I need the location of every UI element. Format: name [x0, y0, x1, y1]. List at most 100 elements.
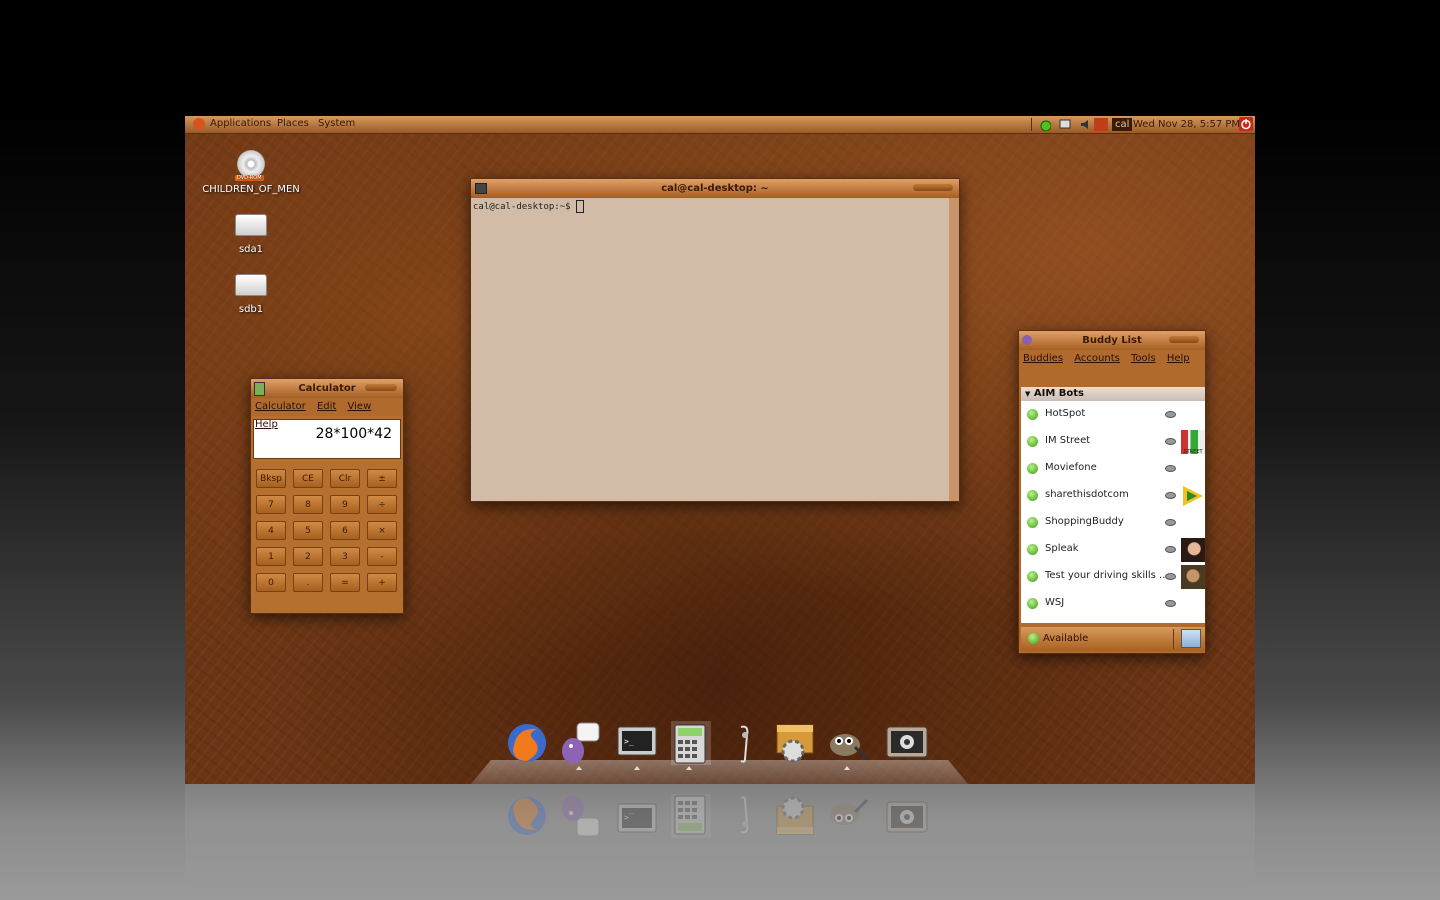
dock-item[interactable]: [557, 721, 601, 765]
key-2[interactable]: 2: [293, 547, 323, 566]
status-separator: [1173, 629, 1174, 649]
key-multiply[interactable]: ×: [367, 521, 397, 540]
dock-item[interactable]: [825, 721, 869, 765]
status-label: Available: [1043, 633, 1089, 644]
desktop-icon-label: sda1: [238, 244, 264, 255]
key-bksp[interactable]: Bksp: [256, 469, 286, 488]
volume-icon[interactable]: [1080, 118, 1092, 131]
buddy-row[interactable]: Moviefone: [1021, 456, 1205, 482]
window-controls[interactable]: [1169, 336, 1199, 343]
menu-buddies[interactable]: Buddies: [1023, 353, 1063, 364]
buddy-list-menubar: Buddies Accounts Tools Help: [1019, 350, 1205, 368]
status-available-icon: [1027, 544, 1038, 555]
key-divide[interactable]: ÷: [367, 495, 397, 514]
key-6[interactable]: 6: [330, 521, 360, 540]
update-notifier-icon[interactable]: [1094, 118, 1108, 131]
key-ce[interactable]: CE: [293, 469, 323, 488]
dock-item[interactable]: [505, 721, 549, 765]
dock-reflection-package-icon: [776, 796, 814, 835]
buddy-icon-selector[interactable]: [1181, 629, 1201, 648]
terminal-output[interactable]: cal@cal-desktop:~$: [471, 198, 949, 501]
dock-item[interactable]: [773, 721, 817, 765]
system-menu[interactable]: System: [318, 118, 355, 129]
key-3[interactable]: 3: [330, 547, 360, 566]
desktop-screen: Applications Places System cal Wed Nov 2…: [185, 116, 1255, 784]
terminal-titlebar[interactable]: cal@cal-desktop: ~: [471, 179, 959, 198]
status-selector[interactable]: Available: [1021, 627, 1205, 651]
buddy-row[interactable]: ShoppingBuddy: [1021, 510, 1205, 536]
key-plus-minus[interactable]: ±: [367, 469, 397, 488]
desktop-icon-dvd[interactable]: DVD-ROM CHILDREN_OF_MEN: [196, 150, 306, 195]
calculator-titlebar[interactable]: Calculator: [251, 379, 403, 398]
buddy-name: HotSpot: [1045, 408, 1086, 419]
places-menu[interactable]: Places: [277, 118, 309, 129]
desktop-icon-label: CHILDREN_OF_MEN: [202, 184, 300, 195]
dock-item[interactable]: [723, 721, 767, 765]
tray-separator: [1031, 118, 1032, 131]
menu-help[interactable]: Help: [1167, 353, 1190, 364]
terminal-cursor: [575, 200, 584, 213]
menu-tools[interactable]: Tools: [1131, 353, 1156, 364]
key-0[interactable]: 0: [256, 573, 286, 592]
display-icon[interactable]: [1059, 118, 1071, 131]
calculator-icon: [254, 382, 265, 396]
calculator-icon: [671, 721, 711, 765]
buddy-row[interactable]: IM Street STREET: [1021, 429, 1205, 455]
menu-accounts[interactable]: Accounts: [1074, 353, 1120, 364]
buddy-row[interactable]: Test your driving skills ...: [1021, 564, 1205, 590]
key-clr[interactable]: Clr: [330, 469, 360, 488]
buddy-list-window[interactable]: Buddy List Buddies Accounts Tools Help ▼…: [1018, 330, 1206, 654]
buddy-name: sharethisdotcom: [1045, 489, 1129, 500]
desktop-icon-sda1[interactable]: sda1: [196, 214, 306, 255]
terminal-window[interactable]: cal@cal-desktop: ~ cal@cal-desktop:~$: [470, 178, 960, 502]
key-7[interactable]: 7: [256, 495, 286, 514]
menu-calculator[interactable]: Calculator: [255, 401, 306, 412]
network-icon[interactable]: [1037, 118, 1052, 132]
buddy-list-titlebar[interactable]: Buddy List: [1019, 331, 1205, 350]
key-4[interactable]: 4: [256, 521, 286, 540]
buddy-avatar-driving: [1181, 565, 1205, 589]
menu-help[interactable]: Help: [255, 419, 278, 430]
dock-reflection-audio-icon: [740, 796, 749, 834]
buddy-row[interactable]: WSJ: [1021, 591, 1205, 617]
key-equals[interactable]: =: [330, 573, 360, 592]
idle-icon: [1165, 438, 1176, 445]
buddy-name: Spleak: [1045, 543, 1079, 554]
dock-item[interactable]: [667, 721, 711, 765]
applications-menu[interactable]: Applications: [210, 118, 271, 129]
idle-icon: [1165, 600, 1176, 607]
buddy-list-title: Buddy List: [1082, 335, 1142, 346]
shutdown-icon[interactable]: [1239, 117, 1253, 131]
calculator-window[interactable]: Calculator Calculator Edit View Help 28*…: [250, 378, 404, 614]
terminal-icon: >_: [617, 726, 657, 756]
user-indicator[interactable]: cal: [1112, 118, 1133, 131]
key-plus[interactable]: +: [367, 573, 397, 592]
buddy-row[interactable]: sharethisdotcom: [1021, 483, 1205, 509]
clock[interactable]: Wed Nov 28, 5:57 PM: [1133, 118, 1240, 131]
dock-item[interactable]: >_: [615, 721, 659, 765]
ubuntu-logo-icon[interactable]: [193, 118, 205, 130]
menu-edit[interactable]: Edit: [317, 401, 336, 412]
key-5[interactable]: 5: [293, 521, 323, 540]
buddy-group-header[interactable]: ▼ AIM Bots: [1021, 387, 1205, 401]
terminal-scrollbar[interactable]: [949, 198, 959, 501]
dock-item[interactable]: [885, 721, 929, 765]
buddy-row[interactable]: Spleak: [1021, 537, 1205, 563]
menu-view[interactable]: View: [348, 401, 372, 412]
idle-icon: [1165, 492, 1176, 499]
key-minus[interactable]: -: [367, 547, 397, 566]
buddy-name: IM Street: [1045, 435, 1091, 446]
idle-icon: [1165, 519, 1176, 526]
window-controls[interactable]: [365, 384, 397, 391]
key-8[interactable]: 8: [293, 495, 323, 514]
buddy-name: Moviefone: [1045, 462, 1097, 473]
key-9[interactable]: 9: [330, 495, 360, 514]
window-controls[interactable]: [913, 184, 953, 191]
key-decimal[interactable]: .: [293, 573, 323, 592]
buddy-row[interactable]: HotSpot: [1021, 402, 1205, 428]
status-available-icon: [1027, 517, 1038, 528]
key-1[interactable]: 1: [256, 547, 286, 566]
desktop-icon-sdb1[interactable]: sdb1: [196, 274, 306, 315]
drive-icon: [235, 214, 267, 236]
running-indicator: [844, 766, 850, 770]
